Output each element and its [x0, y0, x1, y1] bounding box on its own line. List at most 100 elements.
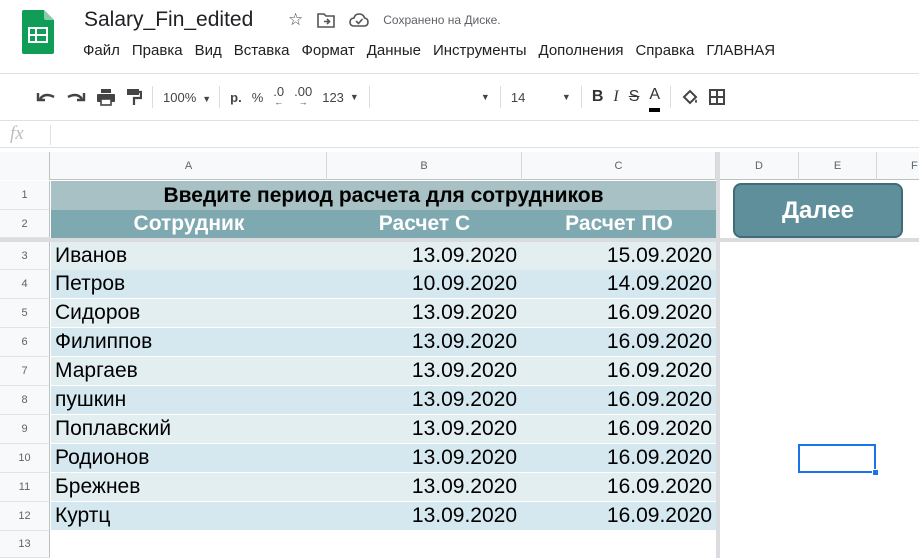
table-row: пушкин 13.09.2020 16.09.2020 [51, 386, 716, 414]
employee-cell[interactable]: Петров [55, 270, 125, 298]
fill-color-icon[interactable] [681, 82, 699, 112]
borders-icon[interactable] [709, 82, 726, 112]
row-header[interactable]: 2 [0, 210, 50, 238]
from-date-cell[interactable]: 13.09.2020 [412, 299, 517, 327]
to-date-cell[interactable]: 15.09.2020 [607, 242, 712, 270]
column-header-a[interactable]: A [51, 152, 327, 180]
column-header-b[interactable]: B [327, 152, 522, 180]
selected-cell-e10[interactable] [798, 444, 876, 473]
move-to-folder-icon[interactable] [317, 12, 336, 28]
to-date-cell[interactable]: 16.09.2020 [607, 299, 712, 327]
menu-file[interactable]: Файл [78, 42, 125, 59]
menu-data[interactable]: Данные [362, 42, 426, 59]
to-date-cell[interactable]: 16.09.2020 [607, 444, 712, 472]
row-header[interactable]: 4 [0, 270, 50, 299]
row-header[interactable]: 12 [0, 502, 50, 531]
to-date-cell[interactable]: 16.09.2020 [607, 328, 712, 356]
toolbar-separator [670, 86, 672, 108]
percent-button[interactable]: % [252, 82, 264, 112]
from-date-cell[interactable]: 13.09.2020 [412, 328, 517, 356]
paint-format-icon[interactable] [126, 82, 142, 112]
undo-icon[interactable] [36, 82, 56, 112]
menu-help[interactable]: Справка [630, 42, 699, 59]
column-header-c[interactable]: C [522, 152, 716, 180]
font-size-select[interactable]: 14 ▼ [511, 82, 571, 112]
save-status: Сохранено на Диске. [383, 13, 501, 27]
row-header[interactable]: 13 [0, 531, 50, 558]
menu-view[interactable]: Вид [190, 42, 227, 59]
redo-icon[interactable] [66, 82, 86, 112]
frozen-row-divider[interactable] [0, 238, 919, 242]
next-button[interactable]: Далее [733, 183, 903, 238]
employee-cell[interactable]: Родионов [55, 444, 149, 472]
menu-format[interactable]: Формат [296, 42, 359, 59]
menu-addons[interactable]: Дополнения [534, 42, 629, 59]
menu-tools[interactable]: Инструменты [428, 42, 532, 59]
employee-cell[interactable]: пушкин [55, 386, 126, 414]
table-row: Сидоров 13.09.2020 16.09.2020 [51, 299, 716, 327]
employee-cell[interactable]: Куртц [55, 502, 110, 530]
select-all-corner[interactable] [0, 152, 50, 180]
menu-bar: Файл Правка Вид Вставка Формат Данные Ин… [78, 42, 782, 59]
employee-cell[interactable]: Филиппов [55, 328, 152, 356]
to-date-cell[interactable]: 16.09.2020 [607, 357, 712, 385]
row-header[interactable]: 10 [0, 444, 50, 473]
decrease-decimal-button[interactable]: .0 ← [273, 82, 284, 112]
employee-cell[interactable]: Поплавский [55, 415, 171, 443]
row-header[interactable]: 3 [0, 242, 50, 270]
text-color-button[interactable]: A [649, 82, 661, 112]
star-icon[interactable]: ☆ [288, 10, 303, 30]
frozen-column-divider[interactable] [716, 152, 720, 558]
to-date-cell[interactable]: 16.09.2020 [607, 415, 712, 443]
document-title[interactable]: Salary_Fin_edited [84, 8, 253, 32]
from-date-cell[interactable]: 13.09.2020 [412, 473, 517, 501]
zoom-select[interactable]: 100% ▼ [163, 90, 211, 105]
from-date-cell[interactable]: 13.09.2020 [412, 415, 517, 443]
header-employee[interactable]: Сотрудник [51, 210, 327, 238]
header-from[interactable]: Расчет С [327, 210, 522, 238]
sheets-logo-icon[interactable] [22, 10, 54, 54]
strikethrough-button[interactable]: S [629, 82, 640, 112]
from-date-cell[interactable]: 13.09.2020 [412, 357, 517, 385]
more-formats-select[interactable]: 123 ▼ [322, 82, 359, 112]
currency-button[interactable]: р. [230, 82, 242, 112]
formula-bar[interactable]: fx [0, 120, 919, 148]
from-date-cell[interactable]: 13.09.2020 [412, 444, 517, 472]
row-header[interactable]: 6 [0, 328, 50, 357]
font-family-select[interactable]: ▼ [380, 82, 490, 112]
column-header-e[interactable]: E [799, 152, 877, 180]
from-date-cell[interactable]: 13.09.2020 [412, 242, 517, 270]
header-to[interactable]: Расчет ПО [522, 210, 716, 238]
menu-main[interactable]: ГЛАВНАЯ [701, 42, 780, 59]
row-header[interactable]: 7 [0, 357, 50, 386]
row-header[interactable]: 11 [0, 473, 50, 502]
italic-button[interactable]: I [613, 82, 618, 112]
from-date-cell[interactable]: 13.09.2020 [412, 502, 517, 530]
menu-edit[interactable]: Правка [127, 42, 188, 59]
row-header[interactable]: 5 [0, 299, 50, 328]
employee-cell[interactable]: Сидоров [55, 299, 140, 327]
from-date-cell[interactable]: 10.09.2020 [412, 270, 517, 298]
to-date-cell[interactable]: 16.09.2020 [607, 386, 712, 414]
row-header[interactable]: 9 [0, 415, 50, 444]
print-icon[interactable] [96, 82, 116, 112]
employee-cell[interactable]: Маргаев [55, 357, 138, 385]
to-date-cell[interactable]: 14.09.2020 [607, 270, 712, 298]
toolbar-separator [499, 86, 501, 108]
fill-handle[interactable] [872, 469, 879, 476]
bold-button[interactable]: B [592, 82, 604, 112]
cloud-saved-icon [349, 13, 370, 27]
employee-cell[interactable]: Брежнев [55, 473, 140, 501]
to-date-cell[interactable]: 16.09.2020 [607, 502, 712, 530]
to-date-cell[interactable]: 16.09.2020 [607, 473, 712, 501]
menu-insert[interactable]: Вставка [229, 42, 295, 59]
toolbar-separator [152, 86, 153, 108]
column-header-f[interactable]: F [877, 152, 919, 180]
row-header[interactable]: 8 [0, 386, 50, 415]
row-header[interactable]: 1 [0, 181, 50, 210]
column-header-d[interactable]: D [720, 152, 799, 180]
banner-cell[interactable]: Введите период расчета для сотрудников [51, 181, 716, 210]
employee-cell[interactable]: Иванов [55, 242, 127, 270]
increase-decimal-button[interactable]: .00 → [294, 82, 312, 112]
from-date-cell[interactable]: 13.09.2020 [412, 386, 517, 414]
